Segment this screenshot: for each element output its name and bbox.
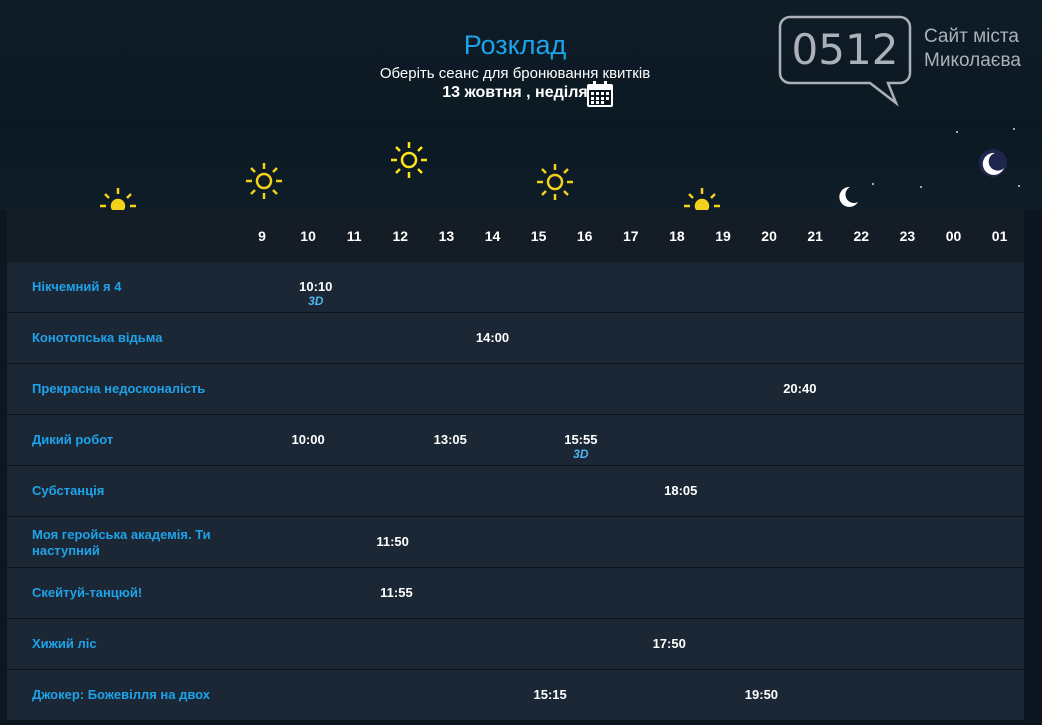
hour-label: 20 (761, 228, 777, 244)
star (956, 131, 958, 133)
session-time-button[interactable]: 20:40 (770, 381, 830, 396)
hour-label: 13 (438, 228, 455, 244)
hour-label: 18 (669, 228, 685, 244)
moon-icon (979, 149, 1007, 177)
hour-label: 19 (715, 228, 731, 244)
movie-title-link[interactable]: Дикий робот (32, 432, 232, 448)
hour-label: 12 (392, 228, 409, 244)
session-time-button[interactable]: 11:50 (363, 534, 423, 549)
session-time-button[interactable]: 13:05 (420, 432, 480, 447)
hour-label: 01 (991, 228, 1008, 244)
movie-title-link[interactable]: Прекрасна недосконаліcть (32, 381, 232, 397)
movie-row: Моя геройська академія. Ти наступний 11:5… (7, 517, 1024, 568)
hours-header: 9 10 11 12 13 14 15 16 17 18 19 20 21 22 23 00 01 (7, 210, 1024, 262)
hour-label: 00 (945, 228, 962, 244)
movie-title-link[interactable]: Моя геройська академія. Ти наступний (32, 527, 232, 559)
moon-icon (839, 186, 858, 207)
movie-row: Конотопська відьма 14:00 (7, 313, 1024, 364)
movie-row: Субстанція 18:05 (7, 466, 1024, 517)
movie-title-link[interactable]: Скейтуй-танцюй! (32, 585, 232, 601)
sun-icon (246, 163, 282, 199)
calendar-icon[interactable] (586, 80, 614, 108)
3d-badge: 3D (308, 294, 324, 308)
hour-label: 14 (484, 228, 501, 244)
session-time-button[interactable]: 18:05 (651, 483, 711, 498)
movie-title-link[interactable]: Джокер: Божевілля на двох (32, 687, 232, 703)
movie-row: Хижий ліс 17:50 (7, 619, 1024, 670)
sun-icon (537, 164, 573, 200)
movie-row: Прекрасна недосконаліcть 20:40 (7, 364, 1024, 415)
star (1013, 128, 1015, 130)
session-time-button[interactable]: 11:55 (366, 585, 426, 600)
movie-row: Дикий робот 10:00 13:05 15:55 3D (7, 415, 1024, 466)
movie-title-link[interactable]: Конотопська відьма (32, 330, 232, 346)
site-logo[interactable]: 0512 (778, 15, 913, 112)
session-time-button[interactable]: 10:10 (286, 279, 346, 294)
logo-number: 0512 (791, 25, 899, 74)
sun-icon (391, 142, 427, 178)
session-time-button[interactable]: 14:00 (463, 330, 523, 345)
hour-label: 16 (576, 228, 593, 244)
logo-caption-line1: Сайт міста (924, 26, 1019, 47)
hour-label: 11 (346, 228, 362, 244)
star (872, 183, 874, 185)
3d-badge: 3D (573, 447, 589, 461)
session-time-button[interactable]: 15:15 (520, 687, 580, 702)
session-time-button[interactable]: 19:50 (731, 687, 791, 702)
hour-label: 17 (623, 228, 639, 244)
movie-row: Джокер: Божевілля на двох 15:15 19:50 (7, 670, 1024, 721)
schedule-table: 9 10 11 12 13 14 15 16 17 18 19 20 21 22 23 00 01 Нікчем… (7, 210, 1024, 721)
sun-icon (100, 188, 136, 210)
logo-caption: Сайт міста Миколаєва (924, 25, 1042, 73)
logo-caption-line2: Миколаєва (924, 50, 1021, 71)
session-time-button[interactable]: 15:55 (551, 432, 611, 447)
star (1018, 185, 1020, 187)
movie-row: Нікчемний я 4 10:10 3D (7, 262, 1024, 313)
hour-label: 22 (853, 228, 870, 244)
session-time-button[interactable]: 17:50 (639, 636, 699, 651)
hour-label: 23 (899, 228, 916, 244)
movie-row: Скейтуй-танцюй! 11:55 (7, 568, 1024, 619)
movie-title-link[interactable]: Субстанція (32, 483, 232, 499)
hour-label: 10 (300, 228, 316, 244)
session-time-button[interactable]: 10:00 (278, 432, 338, 447)
movie-title-link[interactable]: Хижий ліс (32, 636, 232, 652)
hour-label: 9 (258, 228, 266, 244)
hour-label: 21 (807, 228, 823, 244)
sun-icon (684, 188, 720, 210)
star (920, 186, 922, 188)
hour-label: 15 (530, 228, 547, 244)
movie-title-link[interactable]: Нікчемний я 4 (32, 279, 232, 295)
